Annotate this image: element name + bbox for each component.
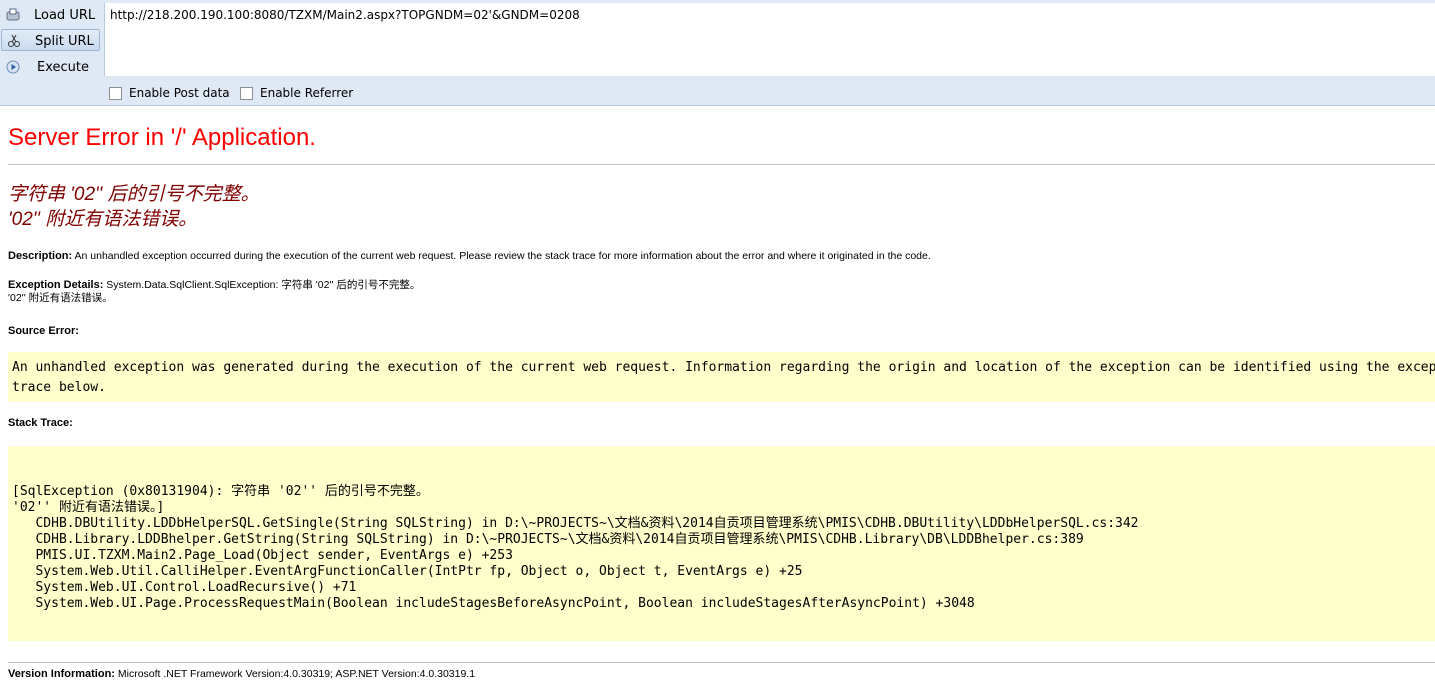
source-error-label: Source Error: [8, 325, 79, 337]
description-text: An unhandled exception occurred during t… [72, 250, 931, 262]
split-url-button[interactable]: Split URL [1, 29, 100, 51]
split-url-label: Split URL [35, 34, 94, 49]
enable-post-label: Enable Post data [129, 86, 230, 100]
exception-label: Exception Details: [8, 279, 104, 291]
url-value: http://218.200.190.100:8080/TZXM/Main2.a… [110, 8, 580, 22]
error-line-1: 字符串 '02'' 后的引号不完整。 [8, 184, 260, 205]
page-title: Server Error in '/' Application. [8, 124, 316, 151]
divider [8, 662, 1435, 663]
version-information: Version Information: Microsoft .NET Fram… [8, 668, 475, 681]
enable-referrer-checkbox[interactable]: Enable Referrer [240, 86, 353, 100]
description: Description: An unhandled exception occu… [8, 250, 931, 263]
stack-trace-box: [SqlException (0x80131904): 字符串 '02'' 后的… [8, 446, 1435, 641]
play-icon [6, 60, 20, 74]
exception-text-2: '02'' 附近有语法错误。 [8, 292, 113, 304]
load-url-label: Load URL [34, 8, 96, 23]
hackbar-toolbar: Load URL Split URL Execute http://218.20… [0, 0, 1435, 106]
error-line-2: '02'' 附近有语法错误。 [8, 209, 198, 230]
execute-button[interactable]: Execute [1, 56, 100, 78]
divider [8, 164, 1435, 165]
checkbox-box[interactable] [109, 86, 122, 100]
exception-details: Exception Details: System.Data.SqlClient… [8, 279, 420, 305]
error-heading: 字符串 '02'' 后的引号不完整。 '02'' 附近有语法错误。 [8, 182, 260, 232]
url-textarea[interactable]: http://218.200.190.100:8080/TZXM/Main2.a… [104, 3, 1435, 76]
description-label: Description: [8, 250, 73, 262]
stack-trace-label: Stack Trace: [8, 417, 73, 429]
enable-referrer-label: Enable Referrer [260, 86, 354, 100]
checkbox-box[interactable] [240, 86, 253, 100]
enable-post-checkbox[interactable]: Enable Post data [109, 86, 230, 100]
execute-label: Execute [37, 60, 89, 75]
source-error-heading: Source Error: [8, 325, 79, 338]
source-error-box: An unhandled exception was generated dur… [8, 352, 1435, 402]
stack-trace-heading: Stack Trace: [8, 417, 73, 430]
load-url-icon [6, 8, 20, 21]
version-text: Microsoft .NET Framework Version:4.0.303… [114, 668, 476, 680]
version-label: Version Information: [8, 668, 115, 680]
exception-text: System.Data.SqlClient.SqlException: 字符串 … [103, 279, 421, 291]
split-url-icon [8, 34, 20, 47]
load-url-button[interactable]: Load URL [1, 4, 100, 26]
